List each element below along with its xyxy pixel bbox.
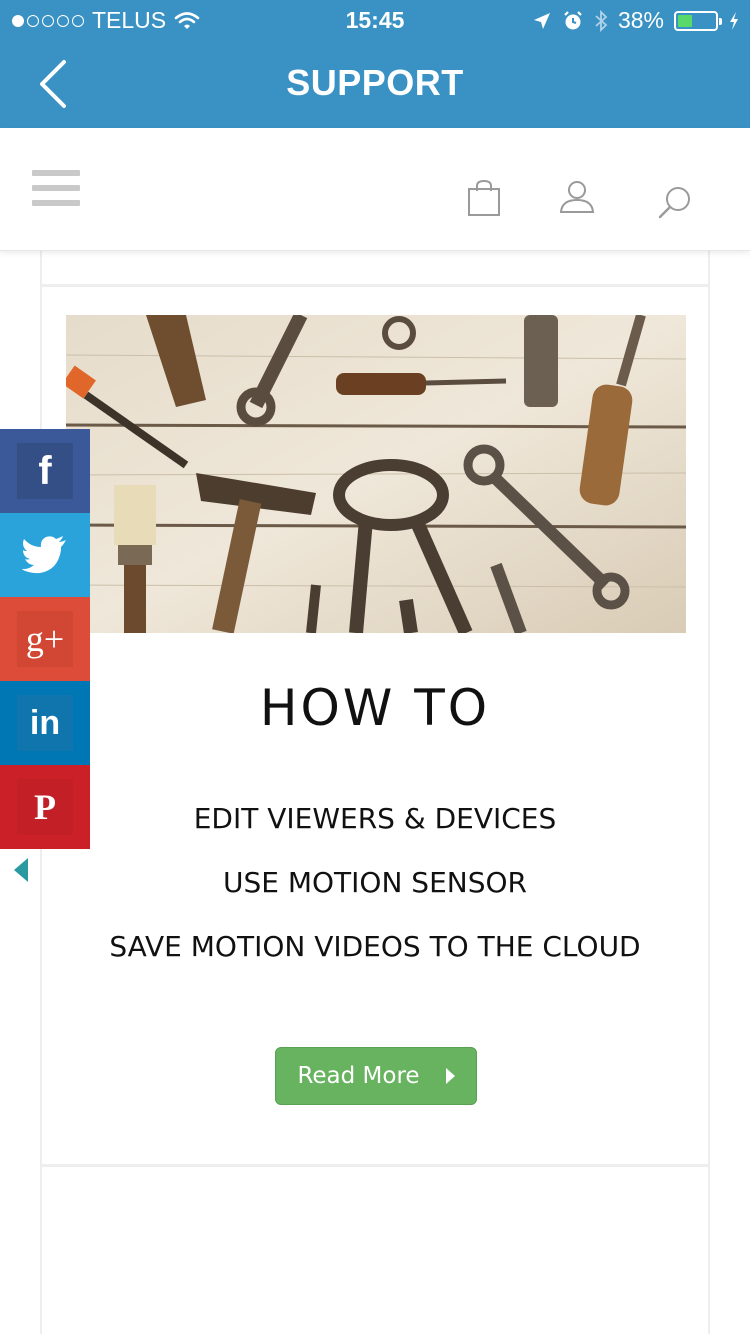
- battery-percent: 38%: [617, 7, 664, 33]
- share-collapse-button[interactable]: [10, 856, 32, 884]
- google-plus-share-button[interactable]: g+: [0, 597, 90, 681]
- charging-bolt-icon: [730, 11, 738, 30]
- user-icon[interactable]: [558, 178, 598, 218]
- social-share-bar: f g+ in P: [0, 429, 90, 849]
- status-right: 38%: [532, 7, 740, 34]
- top-bar: TELUS 15:45 38% SUPPORT: [0, 0, 750, 128]
- shopping-bag-icon[interactable]: [466, 178, 506, 218]
- triangle-left-icon: [14, 858, 28, 882]
- facebook-share-button[interactable]: f: [0, 429, 90, 513]
- link-motion-sensor[interactable]: USE MOTION SENSOR: [42, 866, 708, 899]
- article-card: HOW TO EDIT VIEWERS & DEVICES USE MOTION…: [40, 287, 710, 1167]
- pinterest-icon: P: [17, 779, 73, 835]
- read-more-label: Read More: [297, 1063, 420, 1089]
- facebook-icon: f: [17, 443, 73, 499]
- tools-image: [66, 315, 686, 633]
- battery-icon: [674, 10, 722, 31]
- location-arrow-icon: [533, 12, 550, 29]
- previous-card: [40, 251, 710, 287]
- google-plus-icon: g+: [17, 611, 73, 667]
- bluetooth-icon: [595, 9, 608, 32]
- search-icon[interactable]: [656, 184, 696, 224]
- next-card: [40, 1167, 710, 1334]
- alarm-icon: [564, 10, 582, 29]
- twitter-bird-icon: [17, 527, 73, 583]
- caret-right-icon: [445, 1068, 455, 1084]
- page-title: SUPPORT: [286, 62, 464, 103]
- hamburger-menu-button[interactable]: [32, 170, 80, 212]
- twitter-share-button[interactable]: [0, 513, 90, 597]
- link-save-motion-videos[interactable]: SAVE MOTION VIDEOS TO THE CLOUD: [42, 930, 708, 963]
- linkedin-share-button[interactable]: in: [0, 681, 90, 765]
- title-bar: SUPPORT: [0, 40, 750, 128]
- linkedin-icon: in: [17, 695, 73, 751]
- link-edit-viewers[interactable]: EDIT VIEWERS & DEVICES: [42, 802, 708, 835]
- site-header: [0, 128, 750, 251]
- read-more-button[interactable]: Read More: [275, 1047, 477, 1105]
- pinterest-share-button[interactable]: P: [0, 765, 90, 849]
- status-bar: TELUS 15:45 38%: [0, 0, 750, 40]
- article-heading: HOW TO: [259, 679, 491, 737]
